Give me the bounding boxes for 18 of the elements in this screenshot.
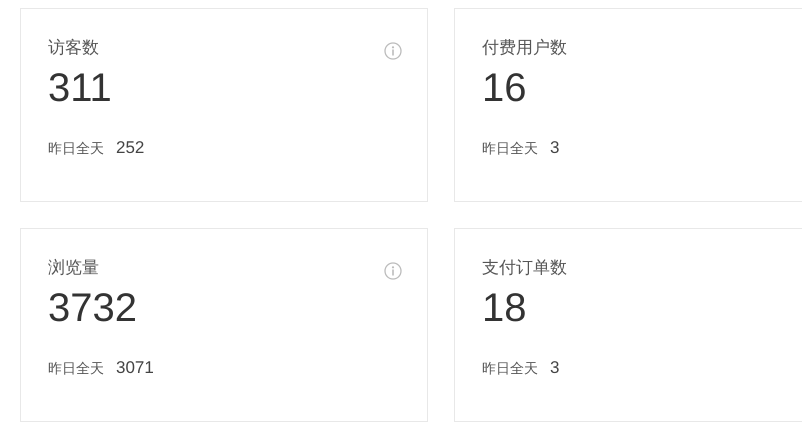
compare-value: 3071 [116, 357, 154, 379]
compare-value: 3 [550, 357, 560, 379]
card-title: 付费用户数 [482, 37, 567, 59]
compare-label: 昨日全天 [48, 359, 104, 378]
stat-value: 3732 [48, 285, 137, 331]
stat-value: 16 [482, 65, 526, 111]
card-title: 浏览量 [48, 257, 99, 279]
compare-value: 3 [550, 137, 560, 159]
compare-label: 昨日全天 [482, 139, 538, 158]
stat-value: 311 [48, 65, 112, 111]
compare-value: 252 [116, 137, 144, 159]
stat-value: 18 [482, 285, 526, 331]
compare-label: 昨日全天 [482, 359, 538, 378]
card-title: 访客数 [48, 37, 99, 59]
card-title: 支付订单数 [482, 257, 567, 279]
info-icon [384, 262, 402, 280]
compare-label: 昨日全天 [48, 139, 104, 158]
info-icon [384, 42, 402, 60]
